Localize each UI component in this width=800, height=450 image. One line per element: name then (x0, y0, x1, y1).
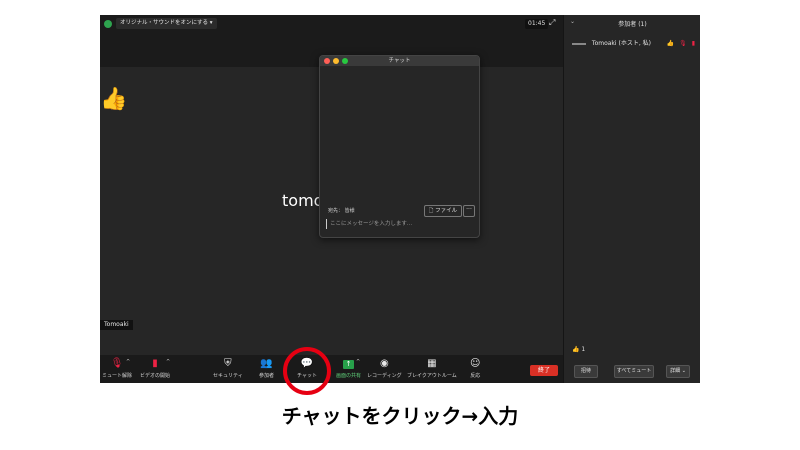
chat-recipient[interactable]: 宛先： 皆様 (328, 207, 355, 214)
share-options-caret[interactable]: ^ (356, 359, 360, 365)
breakout-rooms-button[interactable]: ▦ ブレイクアウトルーム (407, 358, 457, 379)
file-label: ファイル (435, 208, 458, 214)
more-icon[interactable]: ··· (463, 205, 475, 217)
participants-icon: 👥 (260, 358, 273, 369)
recording-label: レコーディング (367, 373, 402, 379)
file-button[interactable]: 🗋 ファイル (424, 205, 462, 217)
video-label: ビデオの開始 (140, 373, 171, 379)
video-options-caret[interactable]: ^ (166, 359, 170, 365)
original-sound-button[interactable]: オリジナル・サウンドをオンにする ▾ (116, 18, 217, 29)
reactions-button[interactable]: ☺ 反応 (470, 358, 480, 379)
participants-panel: ⌄ 参加者 (1) Tomoaki (ホスト, 私) 👍 🎙 ▮ 👍 1 招待 … (563, 15, 700, 383)
share-screen-icon: ↑ (343, 360, 354, 369)
participants-label: 参加者 (259, 373, 275, 379)
reaction-smiley-icon: ☺ (470, 358, 481, 369)
breakout-label: ブレイクアウトルーム (407, 373, 457, 379)
chat-title-bar: チャット (320, 56, 479, 66)
mute-options-caret[interactable]: ^ (126, 359, 130, 365)
mute-all-button[interactable]: すべてミュート (614, 365, 654, 378)
avatar (572, 42, 586, 45)
chat-window: チャット 宛先： 皆様 🗋 ファイル ··· ここにメッセージを入力します... (319, 55, 480, 238)
participant-row[interactable]: Tomoaki (ホスト, 私) 👍 🎙 ▮ (572, 39, 697, 49)
record-icon: ◉ (379, 358, 389, 369)
mute-label: ミュート解除 (102, 373, 133, 379)
reactions-label: 反応 (470, 373, 481, 379)
expand-icon[interactable]: ⤢ (549, 19, 557, 27)
meeting-timer: 01:45 (525, 19, 549, 29)
recording-button[interactable]: ◉ レコーディング (367, 358, 402, 379)
instruction-caption: チャットをクリック→入力 (281, 404, 519, 428)
video-off-icon: ▮ (691, 40, 695, 47)
breakout-grid-icon: ▦ (427, 358, 437, 369)
participants-button[interactable]: 👥 参加者 (259, 358, 274, 379)
security-button[interactable]: ⛨ セキュリティ (213, 358, 243, 379)
chat-message-input[interactable]: ここにメッセージを入力します... (326, 219, 476, 229)
reaction-count: 👍 1 (572, 346, 586, 353)
meeting-toolbar: 🎙 ミュート解除 ^ ▮ ビデオの開始 ^ ⛨ セキュリティ 👥 参加者 💬 チ… (100, 355, 563, 383)
microphone-muted-icon: 🎙 (679, 40, 687, 47)
participant-name: Tomoaki (ホスト, 私) (591, 40, 651, 47)
chat-title: チャット (388, 58, 411, 64)
end-meeting-button[interactable]: 終了 (530, 365, 558, 376)
more-options-button[interactable]: 詳細 ⌄ (666, 365, 690, 378)
shield-icon: ⛨ (224, 358, 232, 369)
invite-button[interactable]: 招待 (574, 365, 598, 378)
video-participant-name: tomo (282, 191, 324, 210)
video-name-tag: Tomoaki (100, 320, 133, 330)
thumbs-up-reaction: 👍 (100, 87, 128, 112)
shield-icon[interactable] (104, 20, 112, 28)
share-label: 画面の共有 (336, 373, 362, 379)
chat-highlight-circle (283, 347, 331, 395)
security-label: セキュリティ (213, 373, 243, 379)
file-icon: 🗋 (428, 208, 434, 214)
participants-panel-title: 参加者 (1) (618, 21, 647, 28)
thumbs-up-icon: 👍 (666, 40, 675, 47)
